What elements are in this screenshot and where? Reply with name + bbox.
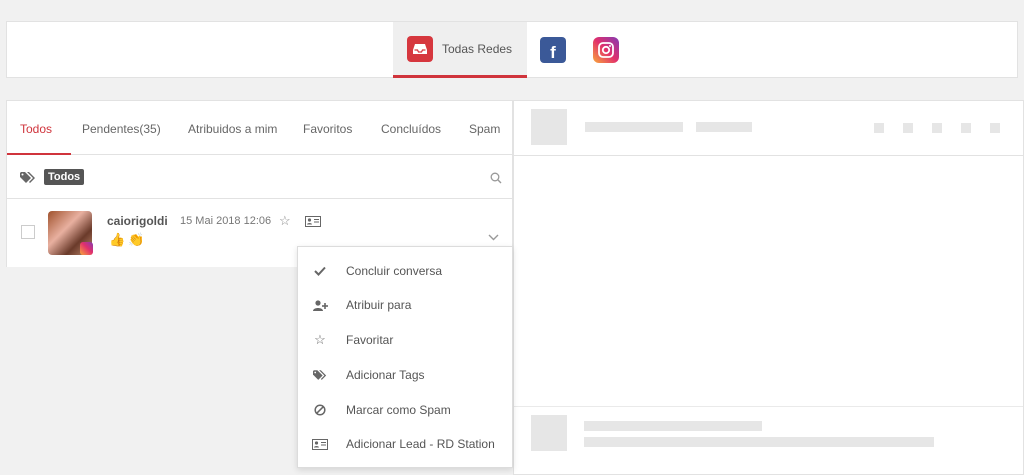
ban-icon xyxy=(298,404,342,416)
filter-favoritos[interactable]: Favoritos xyxy=(303,122,352,136)
menu-item-adicionar-lead[interactable]: Adicionar Lead - RD Station xyxy=(298,427,512,461)
network-bar: Todas Redes f xyxy=(6,21,1018,78)
menu-item-label: Adicionar Lead - RD Station xyxy=(346,437,495,451)
action-placeholder xyxy=(932,123,942,133)
check-icon xyxy=(298,266,342,276)
star-outline-icon[interactable]: ☆ xyxy=(279,213,291,229)
menu-item-label: Favoritar xyxy=(346,333,394,347)
filter-todos[interactable]: Todos xyxy=(20,122,52,136)
conversation-datetime: 15 Mai 2018 12:06 xyxy=(180,215,272,227)
tag-badge-todos[interactable]: Todos xyxy=(44,169,85,185)
id-card-icon xyxy=(298,438,342,450)
avatar-placeholder xyxy=(531,109,567,145)
detail-footer-placeholder xyxy=(514,406,1023,474)
search-icon[interactable] xyxy=(490,171,502,189)
detail-header-placeholder xyxy=(514,101,1023,156)
filter-spam[interactable]: Spam xyxy=(469,122,500,136)
action-placeholder xyxy=(961,123,971,133)
filter-concluidos[interactable]: Concluídos xyxy=(381,122,441,136)
tab-instagram[interactable] xyxy=(593,22,619,78)
instagram-icon xyxy=(593,37,619,63)
tag-filter-bar: Todos xyxy=(6,155,513,199)
id-card-icon[interactable] xyxy=(305,214,321,232)
tab-all-networks-label: Todas Redes xyxy=(442,41,513,56)
conversation-preview: 👍👏 xyxy=(109,232,148,247)
menu-item-label: Marcar como Spam xyxy=(346,403,451,417)
instagram-badge-icon xyxy=(80,242,93,255)
menu-item-atribuir[interactable]: Atribuir para xyxy=(298,288,512,322)
menu-item-label: Atribuir para xyxy=(346,298,412,312)
text-placeholder xyxy=(584,421,762,431)
tab-all-networks[interactable]: Todas Redes xyxy=(393,22,527,78)
menu-item-adicionar-tags[interactable]: Adicionar Tags xyxy=(298,358,512,392)
menu-item-spam[interactable]: Marcar como Spam xyxy=(298,393,512,427)
tags-icon[interactable] xyxy=(20,171,36,189)
conversation-detail-panel xyxy=(513,100,1024,475)
menu-item-label: Adicionar Tags xyxy=(346,368,425,382)
inbox-icon xyxy=(407,35,433,62)
meta-placeholder xyxy=(696,122,752,132)
facebook-icon: f xyxy=(540,37,566,63)
filter-pendentes[interactable]: Pendentes(35) xyxy=(82,122,161,136)
avatar-placeholder xyxy=(531,415,567,451)
filter-tabs: Todos Pendentes(35) Atribuidos a mim Fav… xyxy=(6,100,513,155)
filter-atribuidos[interactable]: Atribuidos a mim xyxy=(188,122,277,136)
conversation-username: caiorigoldi xyxy=(107,214,168,228)
chevron-down-icon[interactable] xyxy=(488,228,499,246)
star-outline-icon: ☆ xyxy=(314,332,326,347)
action-placeholder xyxy=(874,123,884,133)
menu-item-label: Concluir conversa xyxy=(346,264,443,278)
conversation-actions-menu: Concluir conversa Atribuir para ☆ Favori… xyxy=(297,246,513,468)
menu-item-concluir[interactable]: Concluir conversa xyxy=(298,254,512,288)
menu-item-favoritar[interactable]: ☆ Favoritar xyxy=(298,323,512,357)
tab-facebook[interactable]: f xyxy=(540,22,566,78)
name-placeholder xyxy=(585,122,683,132)
action-placeholder xyxy=(990,123,1000,133)
text-placeholder xyxy=(584,437,934,447)
action-placeholder xyxy=(903,123,913,133)
conversation-checkbox[interactable] xyxy=(21,225,35,239)
user-plus-icon xyxy=(298,299,342,311)
tags-icon xyxy=(298,369,342,381)
